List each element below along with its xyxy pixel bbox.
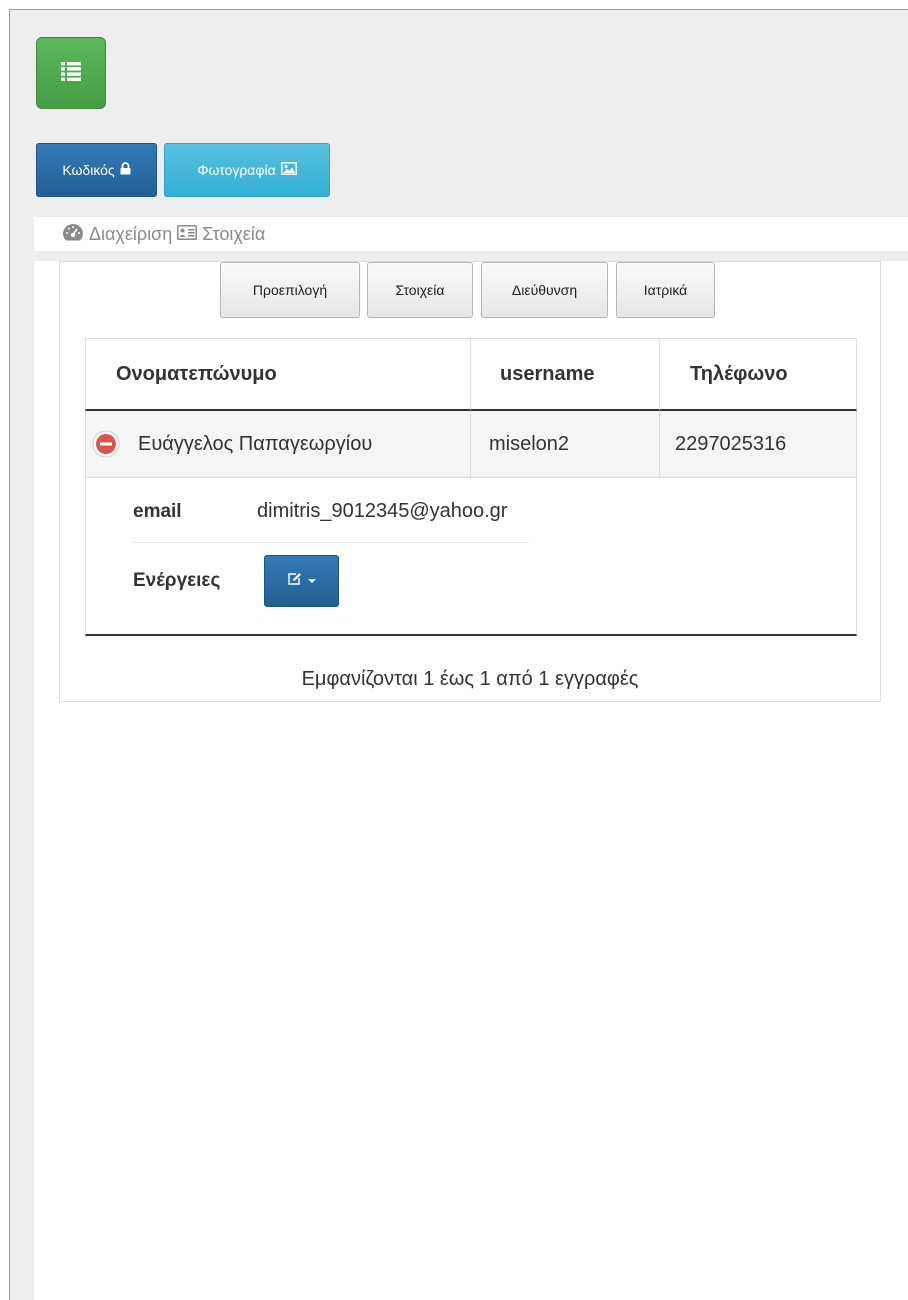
data-table: Ονοματεπώνυμο username Τηλέφωνο Ευάγγελο… bbox=[85, 338, 857, 638]
id-card-icon bbox=[177, 224, 198, 245]
dashboard-icon bbox=[62, 223, 84, 246]
edit-icon bbox=[287, 572, 302, 591]
column-header-phone[interactable]: Τηλέφωνο bbox=[660, 338, 857, 411]
row-detail: email dimitris_9012345@yahoo.gr Ενέργειε… bbox=[85, 478, 857, 636]
tab-details[interactable]: Στοιχεία bbox=[367, 262, 473, 318]
column-header-fullname[interactable]: Ονοματεπώνυμο bbox=[85, 338, 471, 411]
content-separator bbox=[34, 251, 908, 261]
collapse-row-icon[interactable] bbox=[92, 430, 120, 458]
actions-label: Ενέργειες bbox=[133, 570, 221, 591]
chevron-down-icon bbox=[308, 579, 316, 583]
image-icon bbox=[280, 162, 297, 178]
photo-button-label: Φωτογραφία bbox=[197, 162, 276, 178]
tab-medical[interactable]: Ιατρικά bbox=[616, 262, 715, 318]
photo-button[interactable]: Φωτογραφία bbox=[164, 143, 330, 197]
table-row[interactable]: Ευάγγελος Παπαγεωργίου bbox=[85, 411, 471, 478]
password-button-label: Κωδικός bbox=[62, 162, 115, 178]
app-frame: Κωδικός Φωτογραφία Διαχείριση Στοιχεία Π… bbox=[9, 9, 908, 1300]
column-header-username[interactable]: username bbox=[471, 338, 660, 411]
cell-phone: 2297025316 bbox=[675, 432, 787, 455]
cell-username-container: miselon2 bbox=[471, 411, 660, 478]
email-value: dimitris_9012345@yahoo.gr bbox=[257, 500, 508, 522]
menu-toggle-button[interactable] bbox=[36, 37, 106, 109]
lock-icon bbox=[120, 162, 131, 178]
breadcrumb-bar: Διαχείριση Στοιχεία bbox=[34, 217, 908, 251]
tab-address[interactable]: Διεύθυνση bbox=[481, 262, 608, 318]
cell-username: miselon2 bbox=[489, 432, 570, 455]
tab-default[interactable]: Προεπιλογή bbox=[220, 262, 360, 318]
breadcrumb: Διαχείριση Στοιχεία bbox=[62, 223, 265, 246]
breadcrumb-admin[interactable]: Διαχείριση bbox=[89, 224, 172, 245]
detail-divider bbox=[132, 542, 529, 543]
email-label: email bbox=[133, 501, 182, 522]
actions-dropdown-button[interactable] bbox=[264, 555, 339, 607]
password-button[interactable]: Κωδικός bbox=[36, 143, 157, 197]
cell-fullname: Ευάγγελος Παπαγεωργίου bbox=[138, 432, 373, 455]
list-icon bbox=[60, 60, 82, 87]
cell-phone-container: 2297025316 bbox=[660, 411, 857, 478]
table-info: Εμφανίζονται 1 έως 1 από 1 εγγραφές bbox=[301, 668, 639, 690]
breadcrumb-details[interactable]: Στοιχεία bbox=[202, 224, 265, 245]
